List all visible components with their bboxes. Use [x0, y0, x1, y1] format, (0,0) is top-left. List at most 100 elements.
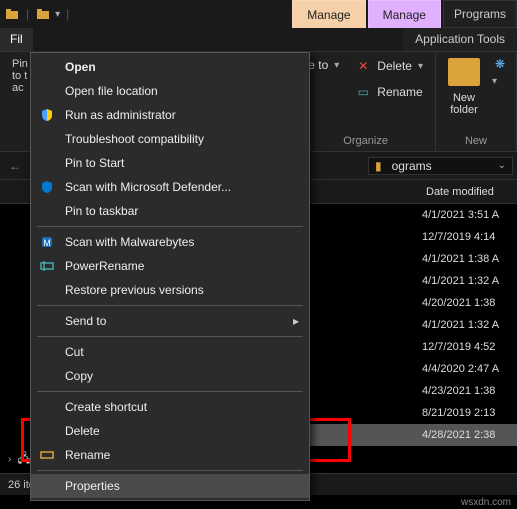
pin-to-quick-access[interactable]: Pin to t ac	[8, 56, 32, 96]
context-item-create-shortcut[interactable]: Create shortcut	[31, 395, 309, 419]
network-icon: 🖧	[17, 449, 30, 470]
pin-label-1: Pin to t	[12, 58, 28, 82]
breadcrumb-current[interactable]: ograms	[386, 159, 438, 173]
delete-label: Delete	[377, 59, 412, 73]
file-date: 8/21/2019 2:13	[422, 407, 517, 419]
context-label: Scan with Malwarebytes	[65, 235, 194, 249]
context-item-pin-to-taskbar[interactable]: Pin to taskbar	[31, 199, 309, 223]
context-item-open-file-location[interactable]: Open file location	[31, 79, 309, 103]
rename-button[interactable]: ▭ Rename	[351, 82, 426, 102]
rename-label: Rename	[377, 85, 422, 99]
context-label: Open file location	[65, 84, 158, 98]
context-label: Copy	[65, 369, 93, 383]
context-item-properties[interactable]: Properties	[31, 474, 309, 498]
new-group-label: New	[465, 133, 487, 147]
new-item-icon[interactable]: ❋	[492, 56, 508, 72]
folder-icon[interactable]	[35, 6, 51, 22]
chevron-down-icon[interactable]: ⌄	[498, 160, 506, 171]
ribbon-group-clipboard: Pin to t ac	[0, 52, 34, 151]
folder-icon[interactable]	[4, 6, 20, 22]
context-label: Restore previous versions	[65, 283, 204, 297]
context-item-copy[interactable]: Copy	[31, 364, 309, 388]
context-item-scan-with-microsoft-defender[interactable]: Scan with Microsoft Defender...	[31, 175, 309, 199]
file-date: 4/1/2021 1:32 A	[422, 275, 517, 287]
context-item-pin-to-start[interactable]: Pin to Start	[31, 151, 309, 175]
context-item-restore-previous-versions[interactable]: Restore previous versions	[31, 278, 309, 302]
context-label: PowerRename	[65, 259, 144, 273]
context-label: Troubleshoot compatibility	[65, 132, 204, 146]
separator: |	[64, 7, 71, 21]
new-folder-button[interactable]: New folder	[444, 56, 484, 118]
context-item-open[interactable]: Open	[31, 55, 309, 79]
context-separator	[37, 470, 303, 471]
context-separator	[37, 391, 303, 392]
context-item-send-to[interactable]: Send to ▸	[31, 309, 309, 333]
new-folder-icon	[448, 58, 480, 86]
context-item-rename[interactable]: Rename	[31, 443, 309, 467]
chevron-down-icon: ▾	[418, 61, 423, 72]
title-programs: Programs	[443, 0, 517, 28]
application-tools-tab[interactable]: Application Tools	[403, 28, 517, 51]
contextual-tab-manage-1[interactable]: Manage	[292, 0, 365, 28]
organize-group-label: Organize	[343, 133, 388, 147]
file-date: 12/7/2019 4:52	[422, 341, 517, 353]
context-label: Scan with Microsoft Defender...	[65, 180, 231, 194]
context-label: Cut	[65, 345, 84, 359]
watermark: wsxdn.com	[461, 497, 511, 508]
separator: |	[24, 7, 31, 21]
context-label: Open	[65, 60, 96, 74]
file-tab[interactable]: Fil	[0, 28, 33, 51]
chevron-right-icon: ›	[8, 454, 11, 465]
context-item-run-as-administrator[interactable]: Run as administrator	[31, 103, 309, 127]
title-bar: | ▾ | Manage Manage Programs	[0, 0, 517, 28]
delete-icon: ✕	[355, 58, 371, 74]
powerrename-icon	[39, 258, 55, 274]
pin-label-2: ac	[12, 82, 28, 94]
context-label: Run as administrator	[65, 108, 176, 122]
context-label: Create shortcut	[65, 400, 147, 414]
context-item-cut[interactable]: Cut	[31, 340, 309, 364]
submenu-arrow-icon: ▸	[293, 314, 299, 328]
context-item-troubleshoot-compatibility[interactable]: Troubleshoot compatibility	[31, 127, 309, 151]
date-modified-header[interactable]: Date modified	[422, 186, 517, 198]
context-label: Properties	[65, 479, 120, 493]
chevron-down-icon[interactable]: ▾	[55, 9, 60, 20]
move-to-label: e to	[308, 58, 328, 72]
new-folder-label: New folder	[450, 92, 478, 116]
context-label: Send to	[65, 314, 106, 328]
folder-icon: ▮	[375, 159, 382, 173]
context-label: Pin to taskbar	[65, 204, 138, 218]
delete-button[interactable]: ✕ Delete ▾	[351, 56, 427, 76]
rename-icon: ▭	[355, 84, 371, 100]
file-date: 4/28/2021 2:38	[422, 429, 517, 441]
move-to-button[interactable]: e to ▾	[304, 56, 343, 74]
file-date: 4/23/2021 1:38	[422, 385, 517, 397]
file-date: 4/4/2020 2:47 A	[422, 363, 517, 375]
context-menu: Open Open file location Run as administrat…	[30, 52, 310, 501]
file-date: 12/7/2019 4:14	[422, 231, 517, 243]
contextual-tab-manage-2[interactable]: Manage	[368, 0, 441, 28]
file-date: 4/1/2021 3:51 A	[422, 209, 517, 221]
file-date: 4/1/2021 1:38 A	[422, 253, 517, 265]
context-separator	[37, 226, 303, 227]
ribbon-group-organize: e to ▾ ✕ Delete ▾ ▭ Rename Organize	[296, 52, 436, 151]
context-separator	[37, 305, 303, 306]
file-date: 4/20/2021 1:38	[422, 297, 517, 309]
context-item-powerrename[interactable]: PowerRename	[31, 254, 309, 278]
context-label: Rename	[65, 448, 110, 462]
context-label: Pin to Start	[65, 156, 124, 170]
context-separator	[37, 336, 303, 337]
chevron-down-icon[interactable]: ▾	[492, 76, 508, 87]
ribbon-tab-bar: Fil Application Tools	[0, 28, 517, 52]
context-item-scan-with-malwarebytes[interactable]: M Scan with Malwarebytes	[31, 230, 309, 254]
shield-icon	[39, 107, 55, 123]
rename-icon	[39, 447, 55, 463]
ribbon-group-new: New folder ❋ ▾ New	[436, 52, 517, 151]
back-button[interactable]: ←	[4, 155, 26, 177]
svg-text:M: M	[43, 238, 51, 248]
context-item-delete[interactable]: Delete	[31, 419, 309, 443]
mwb-icon: M	[39, 234, 55, 250]
quick-access-toolbar: | ▾ |	[0, 0, 75, 28]
context-label: Delete	[65, 424, 100, 438]
defender-icon	[39, 179, 55, 195]
